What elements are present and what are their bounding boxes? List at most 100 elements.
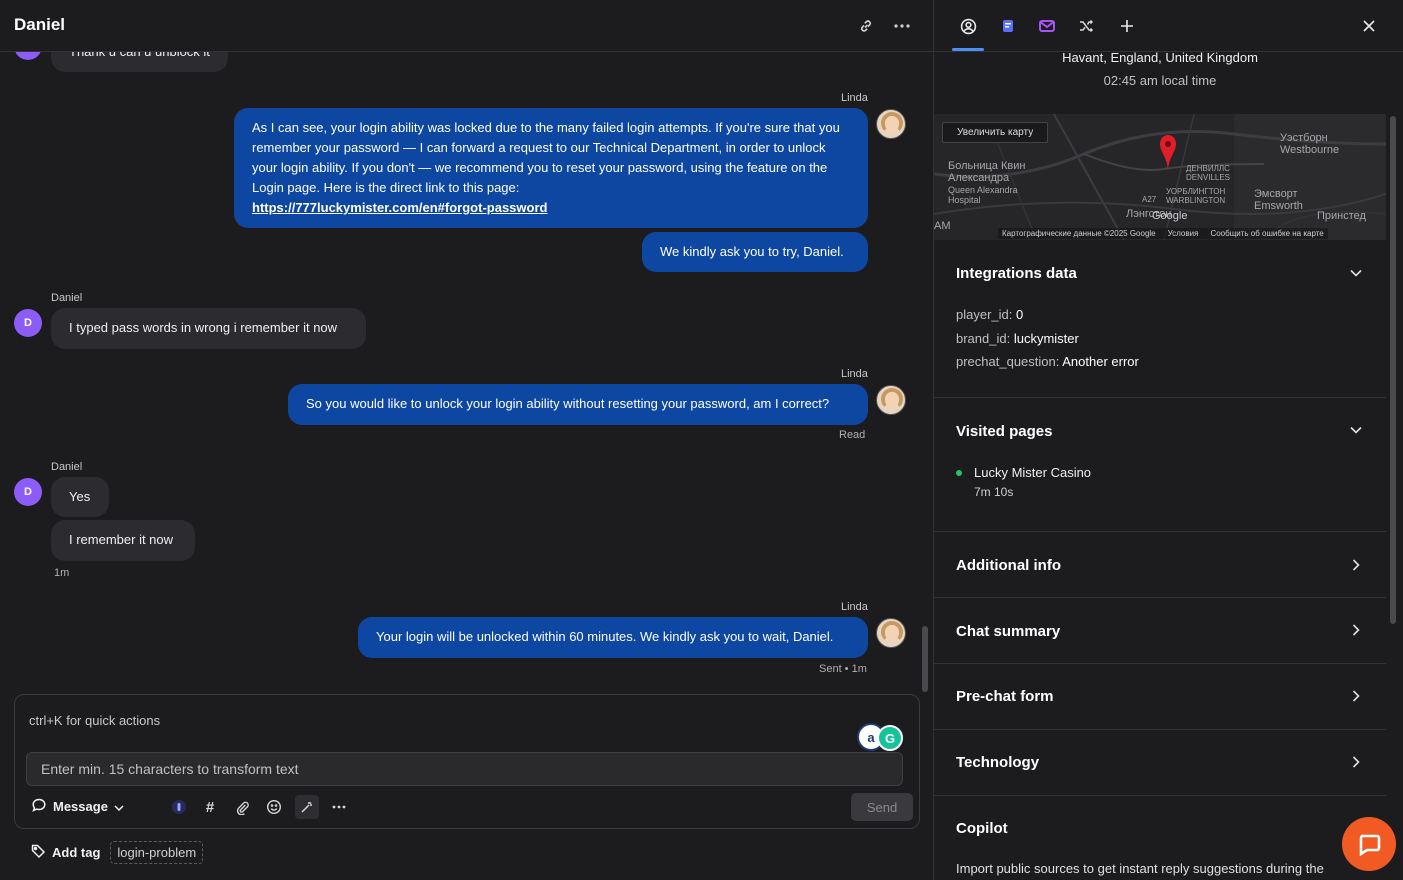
map-label: Уэстборн Westbourne [1280,132,1340,156]
sent-status: Sent • 1m [819,663,867,675]
add-tab-icon[interactable] [1115,14,1139,38]
tab-customer-profile[interactable] [956,14,980,38]
link-icon[interactable] [854,14,878,38]
chevron-down-icon [114,799,124,814]
map-label: УОРБЛИНГТОН WARBLINGTON [1166,187,1226,205]
agent-message-bubble: So you would like to unlock your login a… [288,384,868,425]
user-message-bubble: I typed pass words in wrong i remember i… [51,308,366,349]
hashtag-icon[interactable]: # [198,795,222,819]
user-avatar: D [14,478,42,506]
chat-scrollbar[interactable] [922,626,928,692]
integrations-title[interactable]: Integrations data [956,265,1077,282]
prechat-question-key: prechat_question: [956,354,1060,369]
message-text: As I can see, your login ability was loc… [252,120,840,195]
map-data-credit: Картографические данные ©2025 Google [1002,229,1156,238]
agent-avatar [876,385,906,415]
transform-text-input[interactable]: Enter min. 15 characters to transform te… [26,752,903,786]
read-status: Read [839,429,866,441]
agent-avatar [876,618,906,648]
additional-info-section[interactable]: Additional info [934,532,1386,598]
chevron-right-icon[interactable] [1346,752,1366,772]
grammarly-icon[interactable]: G [877,725,903,751]
message-composer[interactable]: ctrl+K for quick actions a G Enter min. … [14,694,920,829]
forgot-password-link[interactable]: https://777luckymister.com/en#forgot-pas… [252,200,547,215]
message-sender: Linda [841,92,868,104]
visited-pages-title[interactable]: Visited pages [956,423,1052,440]
chat-bubble-icon [1359,834,1381,857]
user-message-bubble: I remember it now [51,520,195,561]
chat-pane: Daniel Thank u can u unblock it Linda As… [0,0,933,880]
integrations-section: Integrations data player_id: 0 brand_id:… [934,240,1386,398]
pre-chat-form-section[interactable]: Pre-chat form [934,664,1386,730]
technology-title: Technology [956,754,1040,771]
chevron-right-icon[interactable] [1346,555,1366,575]
chevron-down-icon[interactable] [1346,263,1366,283]
brand-id-row: brand_id: luckymister [956,331,1079,346]
brand-id-key: brand_id: [956,331,1011,346]
tags-row: Add tag login-problem [30,840,204,864]
map-road-label: A27 [1142,195,1157,204]
extension-icons: a G [857,723,905,753]
copilot-description: Import public sources to get instant rep… [956,861,1324,876]
agent-avatar [876,109,906,139]
agent-message-bubble: As I can see, your login ability was loc… [234,108,868,228]
message-sender: Linda [841,368,868,380]
message-mode-dropdown[interactable]: Message [31,797,124,816]
online-status-dot [956,470,962,476]
message-time: 1m [54,567,70,579]
chevron-right-icon[interactable] [1346,620,1366,640]
magic-wand-icon[interactable] [295,795,319,819]
chat-bubble-icon [31,797,47,816]
message-sender: Daniel [51,461,83,473]
chevron-down-icon[interactable] [1346,420,1366,440]
map-label: Queen Alexandra Hospital [948,185,1018,205]
tab-mail-app[interactable] [1035,14,1059,38]
chat-widget-button[interactable] [1342,817,1396,871]
prechat-question-value: Another error [1062,354,1139,369]
chat-summary-section[interactable]: Chat summary [934,598,1386,664]
chat-title: Daniel [14,15,66,34]
ai-assist-icon[interactable] [167,795,191,819]
tab-tickets[interactable] [996,14,1020,38]
tag-chip[interactable]: login-problem [110,840,204,864]
tag-icon [30,843,46,862]
map-footer: Картографические данные ©2025 Google Усл… [998,228,1328,239]
agent-message-bubble: We kindly ask you to try, Daniel. [642,232,868,272]
additional-info-title: Additional info [956,557,1061,574]
message-mode-label: Message [53,799,108,814]
chevron-right-icon[interactable] [1346,686,1366,706]
pre-chat-form-title: Pre-chat form [956,688,1054,705]
close-icon[interactable] [1357,14,1381,38]
tab-integrations[interactable] [1074,14,1098,38]
more-options-icon[interactable] [327,795,351,819]
copilot-section: Copilot Import public sources to get ins… [934,796,1386,880]
add-tag-label: Add tag [52,844,101,860]
google-logo: Google [1152,210,1188,222]
location-map[interactable]: Увеличить карту Больница Квин Александра… [934,114,1386,240]
quick-actions-hint[interactable]: ctrl+K for quick actions [29,713,160,728]
visited-page-title[interactable]: Lucky Mister Casino [974,465,1091,480]
agent-message-bubble: Your login will be unlocked within 60 mi… [358,617,868,658]
visited-pages-section: Visited pages Lucky Mister Casino 7m 10s [934,398,1386,532]
enlarge-map-button[interactable]: Увеличить карту [942,122,1049,143]
customer-location: Havant, England, United Kingdom [1062,50,1258,65]
copilot-title: Copilot [956,820,1008,837]
player-id-value: 0 [1016,307,1024,322]
user-message-bubble: Yes [51,477,109,517]
more-options-icon[interactable] [890,14,914,38]
attachment-icon[interactable] [230,795,254,819]
player-id-key: player_id: [956,307,1013,322]
technology-section[interactable]: Technology [934,730,1386,796]
map-label: AM [934,220,951,232]
message-sender: Daniel [51,292,83,304]
map-report-link[interactable]: Сообщить об ошибке на карте [1210,229,1323,238]
map-terms-link[interactable]: Условия [1168,229,1199,238]
brand-id-value: luckymister [1013,331,1079,346]
send-button[interactable]: Send [851,793,913,821]
add-tag-button[interactable]: Add tag [30,843,100,862]
message-list: Thank u can u unblock it Linda As I can … [0,30,933,692]
details-scrollbar[interactable] [1390,116,1396,624]
map-label: ДЕНВИЛЛС DENVILLES [1186,164,1231,182]
message-sender: Linda [841,601,868,613]
emoji-icon[interactable] [262,795,286,819]
